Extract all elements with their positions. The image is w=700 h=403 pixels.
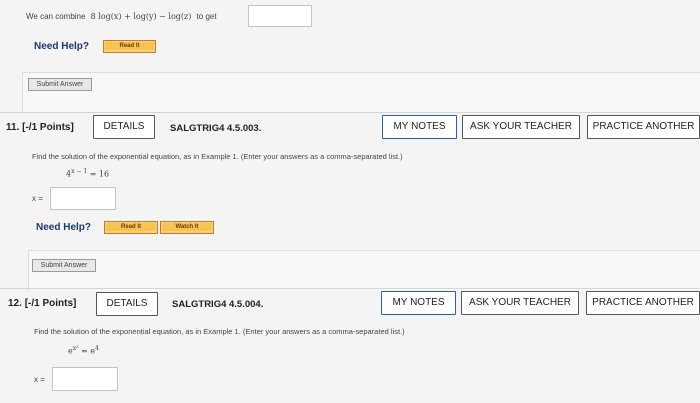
q12-details-button[interactable]: DETAILS xyxy=(96,292,158,316)
need-help-label: Need Help? xyxy=(34,41,90,52)
q11-details-button[interactable]: DETAILS xyxy=(93,115,155,139)
q11-eq-exponent: x − 1 xyxy=(71,168,88,175)
q12-equation: ex² = e4 xyxy=(68,345,99,356)
q12-number: 12. xyxy=(8,298,22,309)
to-get-text: to get xyxy=(196,12,217,21)
submit-answer-button[interactable]: Submit Answer xyxy=(28,78,92,91)
q11-submit-bar xyxy=(28,250,700,291)
q11-code: SALGTRIG4 4.5.003. xyxy=(170,123,262,134)
q11-header: 11. [-/1 Points] xyxy=(6,122,74,133)
q11-watch-it-button[interactable]: Watch It xyxy=(160,221,214,234)
q11-equation: 4x − 1 = 16 xyxy=(66,168,109,179)
divider xyxy=(0,112,700,113)
q12-practice-another-button[interactable]: PRACTICE ANOTHER xyxy=(586,291,700,315)
divider xyxy=(0,288,700,289)
q12-eq-lhs-exponent: x² xyxy=(72,345,79,352)
q11-answer-input[interactable] xyxy=(50,187,116,210)
q11-read-it-button[interactable]: Read It xyxy=(104,221,158,234)
q12-my-notes-button[interactable]: MY NOTES xyxy=(381,291,456,315)
log-expression: 8 log(x) + log(y) − log(z) xyxy=(90,12,192,21)
q11-eq-rhs: = 16 xyxy=(89,169,110,179)
combine-answer-input[interactable] xyxy=(248,5,312,27)
q11-question-text: Find the solution of the exponential equ… xyxy=(32,152,403,161)
read-it-button[interactable]: Read It xyxy=(103,40,156,53)
q11-submit-answer-button[interactable]: Submit Answer xyxy=(32,259,96,272)
q11-need-help-label: Need Help? xyxy=(36,222,92,233)
q12-question-text: Find the solution of the exponential equ… xyxy=(34,327,405,336)
q11-practice-another-button[interactable]: PRACTICE ANOTHER xyxy=(587,115,700,139)
q12-answer-input[interactable] xyxy=(52,367,118,391)
q11-number: 11. xyxy=(6,122,20,133)
q11-points: [-/1 Points] xyxy=(22,122,74,133)
q11-my-notes-button[interactable]: MY NOTES xyxy=(382,115,457,139)
q12-x-label: x = xyxy=(34,375,45,384)
combine-prompt: We can combine 8 log(x) + log(y) − log(z… xyxy=(26,12,217,21)
q12-points: [-/1 Points] xyxy=(24,298,77,309)
q12-header: 12. [-/1 Points] xyxy=(8,298,76,309)
q12-code: SALGTRIG4 4.5.004. xyxy=(172,299,264,310)
q12-eq-rhs-exponent: 4 xyxy=(95,345,99,352)
submit-bar xyxy=(22,72,700,113)
q11-x-label: x = xyxy=(32,194,43,203)
q12-eq-equals: = xyxy=(81,346,88,356)
q12-ask-teacher-button[interactable]: ASK YOUR TEACHER xyxy=(461,291,579,315)
q11-ask-teacher-button[interactable]: ASK YOUR TEACHER xyxy=(462,115,580,139)
combine-text: We can combine xyxy=(26,12,86,21)
